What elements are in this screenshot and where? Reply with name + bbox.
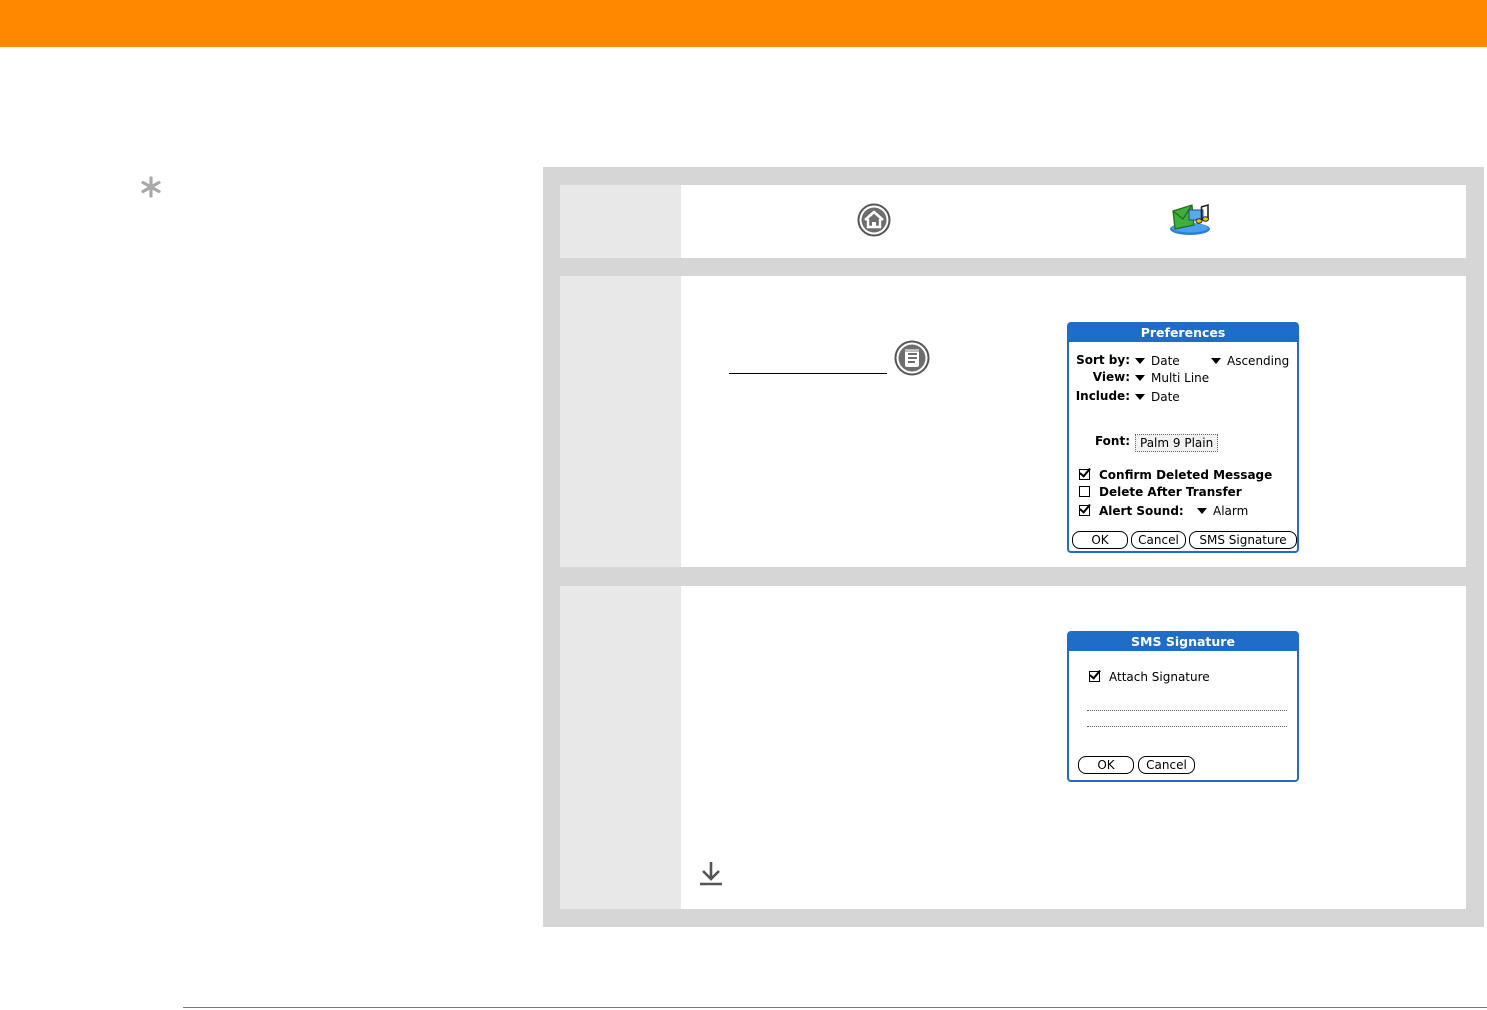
ok-button[interactable]: OK	[1072, 531, 1128, 549]
sort-order-picker[interactable]: Ascending	[1211, 353, 1289, 369]
alert-sound-value: Alarm	[1213, 504, 1249, 518]
cancel-button[interactable]: Cancel	[1131, 531, 1186, 549]
sort-by-picker[interactable]: Date	[1135, 353, 1180, 369]
signature-text-line[interactable]	[1087, 726, 1287, 727]
checkbox-unchecked-icon	[1079, 486, 1090, 497]
checkbox-checked-icon	[1079, 505, 1090, 516]
preferences-dialog: Preferences Sort by: Date Ascending View…	[1067, 322, 1299, 553]
messaging-app-icon	[1170, 203, 1210, 235]
alert-sound-checkbox[interactable]: Alert Sound:	[1079, 503, 1184, 519]
include-label: Include:	[1075, 389, 1130, 403]
cancel-button[interactable]: Cancel	[1138, 756, 1195, 774]
step-number-cell	[560, 586, 681, 909]
step-3	[560, 586, 1466, 909]
confirm-deleted-label: Confirm Deleted Message	[1099, 468, 1273, 482]
view-value: Multi Line	[1151, 371, 1210, 385]
include-value: Date	[1151, 390, 1180, 404]
checkbox-checked-icon	[1079, 469, 1090, 480]
alert-sound-picker[interactable]: Alarm	[1197, 503, 1248, 519]
sort-order-value: Ascending	[1227, 354, 1290, 368]
dropdown-triangle-icon	[1211, 357, 1221, 364]
dialog-title: Preferences	[1069, 324, 1297, 342]
view-picker[interactable]: Multi Line	[1135, 370, 1209, 386]
dialog-title: SMS Signature	[1069, 633, 1297, 651]
include-picker[interactable]: Date	[1135, 389, 1180, 405]
header-bar	[0, 0, 1487, 47]
step-2	[560, 276, 1466, 567]
menu-icon	[894, 340, 930, 376]
step-1	[560, 185, 1466, 258]
step-number-cell	[560, 276, 681, 567]
checkbox-checked-icon	[1089, 671, 1100, 682]
asterisk-icon	[141, 176, 161, 198]
font-label: Font:	[1094, 434, 1130, 448]
signature-text-line[interactable]	[1087, 710, 1287, 711]
sort-by-value: Date	[1151, 354, 1180, 368]
dropdown-triangle-icon	[1135, 357, 1145, 364]
alert-sound-label: Alert Sound:	[1099, 504, 1184, 518]
dropdown-triangle-icon	[1135, 374, 1145, 381]
attach-signature-checkbox[interactable]: Attach Signature	[1089, 669, 1210, 685]
delete-after-transfer-label: Delete After Transfer	[1099, 485, 1242, 499]
attach-signature-label: Attach Signature	[1109, 670, 1210, 684]
footer-rule	[183, 1007, 1487, 1008]
home-icon	[857, 203, 891, 237]
confirm-deleted-checkbox[interactable]: Confirm Deleted Message	[1079, 467, 1272, 483]
delete-after-transfer-checkbox[interactable]: Delete After Transfer	[1079, 484, 1242, 500]
dropdown-triangle-icon	[1135, 393, 1145, 400]
download-arrow-icon	[700, 862, 722, 886]
link-underline[interactable]	[729, 373, 887, 374]
view-label: View:	[1092, 370, 1130, 384]
font-selector[interactable]: Palm 9 Plain	[1135, 434, 1219, 452]
sms-signature-dialog: SMS Signature Attach Signature OK Cancel	[1067, 631, 1299, 782]
sort-by-label: Sort by:	[1076, 353, 1130, 367]
step-number-cell	[560, 185, 681, 258]
sms-signature-button[interactable]: SMS Signature	[1189, 531, 1297, 549]
ok-button[interactable]: OK	[1078, 756, 1134, 774]
dropdown-triangle-icon	[1197, 507, 1207, 514]
